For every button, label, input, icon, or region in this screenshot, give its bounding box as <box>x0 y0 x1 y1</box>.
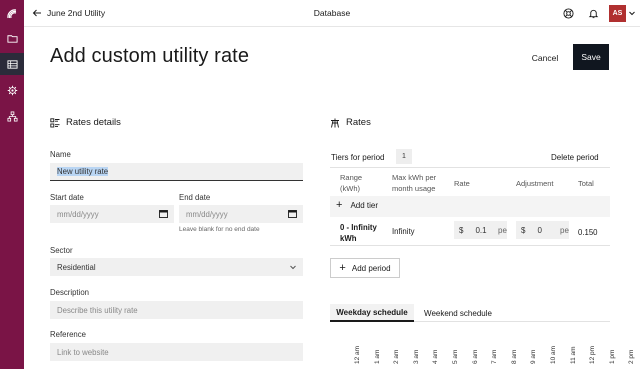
sector-label: Sector <box>50 246 73 255</box>
adjustment-value: 0 <box>537 225 542 235</box>
tiers-count-input[interactable]: 1 <box>396 149 412 164</box>
calendar-icon[interactable] <box>159 209 168 218</box>
add-tier-button[interactable]: + Add tier <box>336 199 379 211</box>
rate-input[interactable]: $ 0.1 pe <box>454 221 507 239</box>
end-date-input[interactable]: mm/dd/yyyy <box>179 205 303 223</box>
top-title: Database <box>313 8 351 18</box>
start-date-label: Start date <box>50 193 84 202</box>
calendar-icon[interactable] <box>288 209 297 218</box>
cancel-button[interactable]: Cancel <box>524 47 566 69</box>
rates-title: Rates <box>346 117 371 128</box>
page-title: Add custom utility rate <box>50 45 250 67</box>
description-input[interactable]: Describe this utility rate <box>50 301 303 319</box>
hour-label: 12 pm <box>589 345 597 364</box>
adjustment-input[interactable]: $ 0 pe <box>516 221 569 239</box>
hour-label: 5 am <box>452 349 459 364</box>
description-label: Description <box>50 288 89 297</box>
gear-icon[interactable] <box>0 79 24 101</box>
logo-icon[interactable] <box>0 0 24 27</box>
reference-input[interactable]: Link to website <box>50 343 303 361</box>
hour-label: 3 am <box>412 349 420 364</box>
hour-label: 11 am <box>569 346 577 364</box>
start-date-input[interactable]: mm/dd/yyyy <box>50 205 174 223</box>
delete-period-button[interactable]: Delete period <box>551 153 599 162</box>
reference-label: Reference <box>50 330 86 339</box>
hour-label: 10 am <box>550 345 557 364</box>
end-date-label: End date <box>179 193 211 202</box>
hour-label: 7 am <box>491 349 499 364</box>
save-button[interactable]: Save <box>573 44 609 70</box>
hour-label: 12 am <box>354 345 361 364</box>
unit-suffix: pe <box>560 225 569 235</box>
description-placeholder: Describe this utility rate <box>57 305 138 315</box>
rates-details-title: Rates details <box>66 117 121 128</box>
chevron-down-icon[interactable] <box>628 9 636 17</box>
tier-max: Infinity <box>392 227 415 236</box>
reference-placeholder: Link to website <box>57 347 109 357</box>
start-date-placeholder: mm/dd/yyyy <box>57 209 99 219</box>
end-date-help: Leave blank for no end date <box>179 226 260 233</box>
rates-details-heading: Rates details <box>50 117 121 128</box>
top-bar: June 2nd Utility Database AS <box>24 0 640 27</box>
column-header: Total <box>578 179 594 188</box>
add-period-button[interactable]: + Add period <box>330 258 400 278</box>
add-tier-label: Add tier <box>350 200 379 210</box>
plus-icon: + <box>339 262 346 274</box>
tier-total: 0.150 <box>578 228 598 237</box>
currency-prefix: $ <box>459 225 464 235</box>
tier-range: 0 - Infinity kWh <box>340 223 377 243</box>
currency-prefix: $ <box>521 225 526 235</box>
table-divider <box>330 167 610 168</box>
hour-label: 2 am <box>393 349 401 364</box>
sector-value: Residential <box>57 262 96 272</box>
sector-select[interactable]: Residential <box>50 258 303 276</box>
app-root: June 2nd Utility Database AS Add custom … <box>0 0 640 369</box>
tiers-label: Tiers for period <box>331 153 385 162</box>
table-divider <box>330 245 610 246</box>
end-date-placeholder: mm/dd/yyyy <box>186 209 228 219</box>
unit-suffix: pe <box>498 225 507 235</box>
tab-weekend-schedule[interactable]: Weekend schedule <box>418 304 498 322</box>
column-header: Adjustment <box>516 179 554 188</box>
hour-label: 6 am <box>471 349 479 364</box>
column-header: Max kWh per month usage <box>392 173 437 193</box>
list-details-icon <box>50 117 60 127</box>
help-icon[interactable] <box>561 6 575 20</box>
folder-icon[interactable] <box>0 27 24 49</box>
sidebar <box>0 0 24 369</box>
avatar[interactable]: AS <box>609 5 626 22</box>
rates-heading: Rates <box>330 117 371 128</box>
hour-label: 2 pm <box>628 349 636 364</box>
name-value: New utility rate <box>57 167 109 176</box>
hour-label: 1 pm <box>608 349 616 364</box>
schedule-tabs: Weekday schedule Weekend schedule <box>330 304 610 322</box>
name-label: Name <box>50 150 71 159</box>
name-input[interactable]: New utility rate <box>50 163 303 181</box>
rate-value: 0.1 <box>475 225 487 235</box>
hour-label: 1 am <box>373 349 381 364</box>
tower-icon <box>331 118 339 128</box>
hour-label: 4 am <box>432 349 440 364</box>
add-period-label: Add period <box>351 263 391 273</box>
hour-label: 8 am <box>510 349 518 364</box>
plus-icon: + <box>336 199 343 211</box>
column-header: Rate <box>454 179 470 188</box>
column-header: Range (kWh) <box>340 173 363 193</box>
tab-weekday-schedule[interactable]: Weekday schedule <box>330 304 414 322</box>
table-icon[interactable] <box>0 53 24 75</box>
bell-icon[interactable] <box>586 6 600 20</box>
hierarchy-icon[interactable] <box>0 105 24 127</box>
chevron-down-icon <box>290 265 296 270</box>
hour-label: 9 am <box>530 349 538 364</box>
